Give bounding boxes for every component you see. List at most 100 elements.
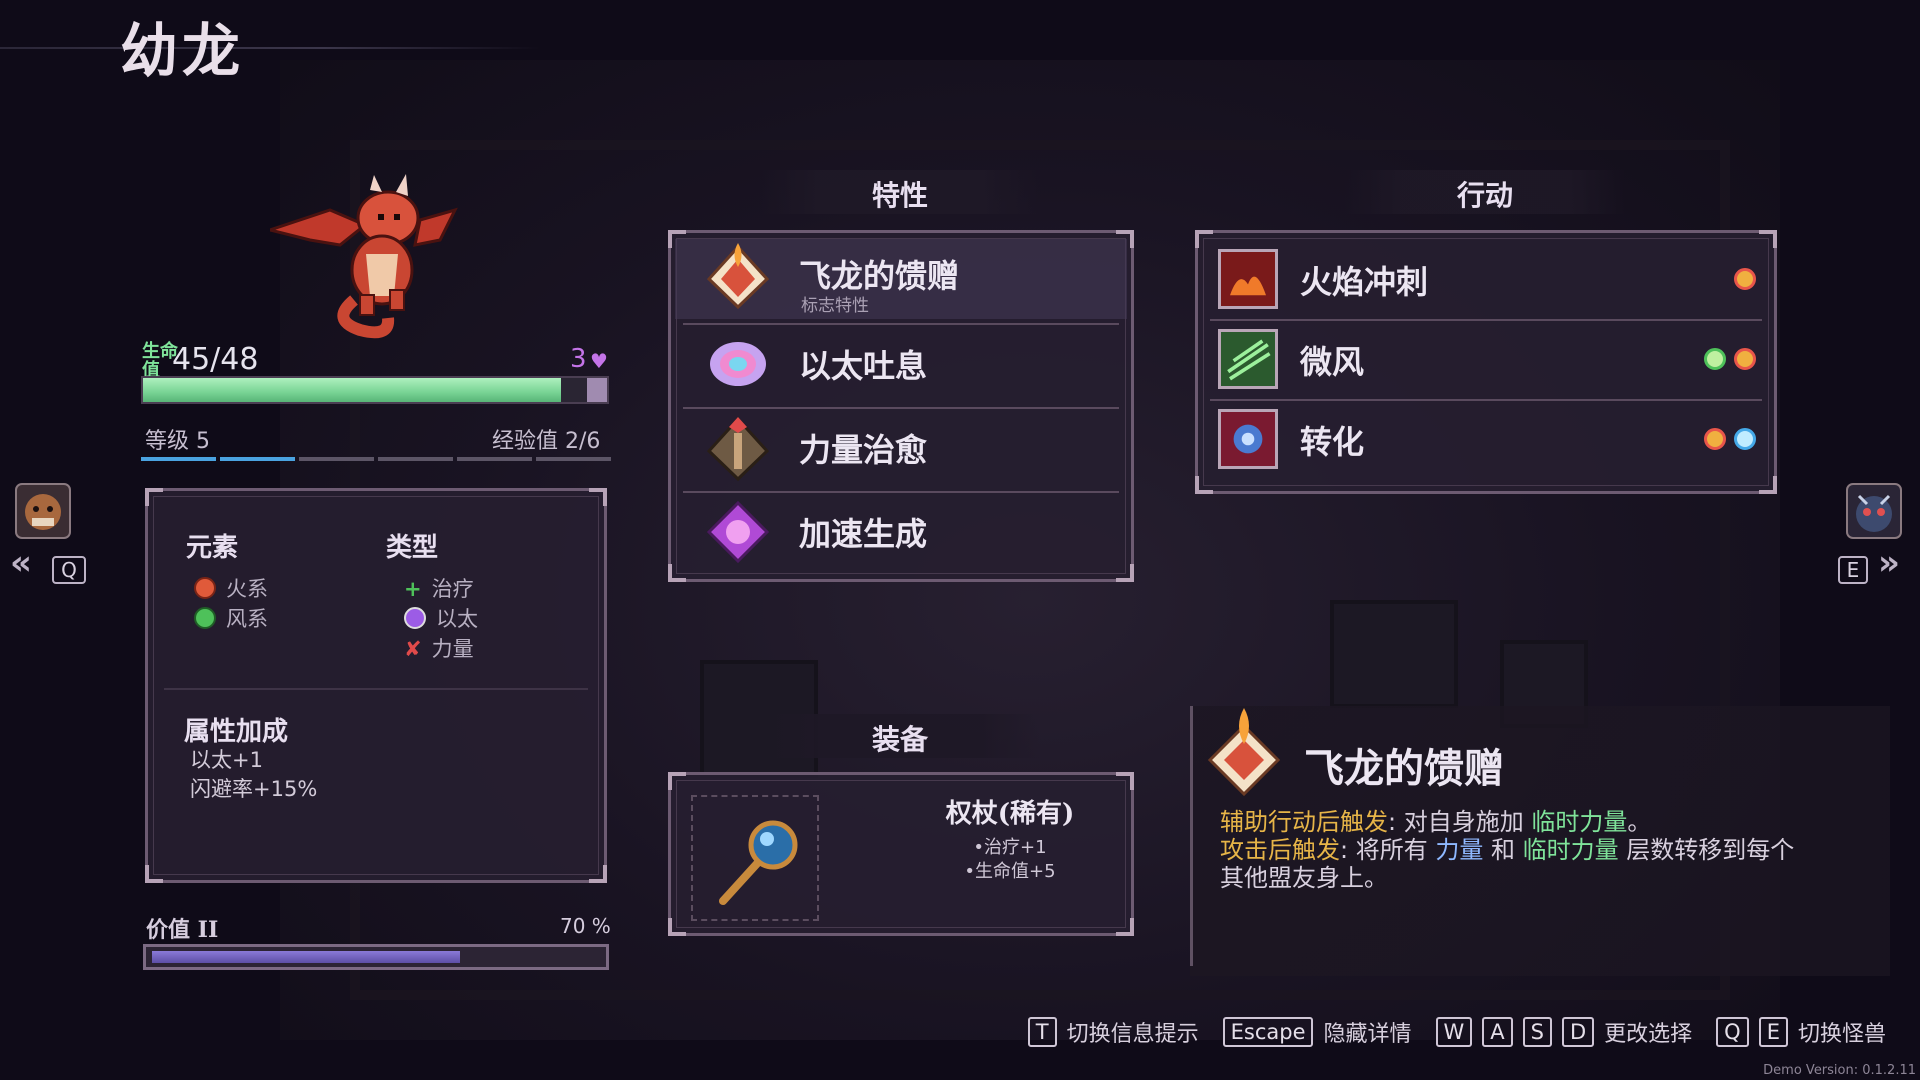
water-orb-icon [1734, 428, 1756, 450]
equipment-header: 装备 [871, 723, 928, 756]
strength-icon: ✘ [404, 637, 422, 661]
trait-item-selected[interactable]: 飞龙的馈赠 标志特性 [675, 239, 1127, 319]
stats-divider [164, 688, 588, 690]
breeze-icon [1218, 329, 1278, 389]
key-escape: Escape [1222, 1017, 1314, 1047]
dragon-gift-icon [1207, 708, 1281, 796]
hp-bar-fill [143, 378, 561, 402]
xp-label: 经验值 2/6 [492, 429, 601, 454]
plus-icon: + [404, 577, 422, 601]
hint-toggle-info: 切换信息提示 [1066, 1022, 1199, 1047]
actions-panel: 火焰冲刺 微风 转化 [1195, 230, 1777, 494]
key-s: S [1522, 1017, 1552, 1047]
trait-item[interactable]: 以太吐息 [675, 325, 1127, 405]
version-label: Demo Version: 0.1.2.11 [1763, 1063, 1916, 1078]
element-header: 元素 [186, 533, 239, 563]
type-aether: 以太 [404, 603, 478, 633]
action-name: 转化 [1300, 423, 1365, 461]
equipment-name: 权杖(稀有) [945, 799, 1075, 829]
detail-line-3: 其他盟友身上。 [1220, 864, 1388, 892]
traits-panel: 飞龙的馈赠 标志特性 以太吐息 力量治愈 加速生成 [668, 230, 1134, 582]
next-key: E [1838, 556, 1868, 584]
control-hints: T 切换信息提示 Escape 隐藏详情 W A S D 更改选择 Q E 切换… [1027, 1015, 1900, 1049]
fire-orb-icon [1704, 428, 1726, 450]
fire-orb-icon [1734, 268, 1756, 290]
stats-panel: 元素 类型 火系 风系 + 治疗 以太 ✘ 力量 属性加成 以太+1 闪避率+15% [145, 488, 607, 883]
worth-bar-fill [152, 951, 460, 963]
next-arrow-icon[interactable]: » [1878, 543, 1900, 583]
dragon-gift-icon [706, 243, 770, 310]
hp-bar-shield-segment [587, 378, 607, 402]
wind-element-icon [194, 607, 216, 629]
scepter-icon [719, 820, 798, 905]
action-item[interactable]: 火焰冲刺 [1218, 241, 1762, 317]
prev-arrow-icon[interactable]: « [10, 543, 32, 583]
worth-label: 价值 II [146, 917, 219, 943]
bonus-item: 以太+1 [190, 748, 263, 772]
key-e: E [1758, 1017, 1788, 1047]
trait-subtitle: 标志特性 [801, 296, 869, 316]
equipment-panel[interactable]: 权杖(稀有) •治疗+1 •生命值+5 [668, 772, 1134, 936]
element-fire: 火系 [194, 573, 268, 603]
hint-change-selection: 更改选择 [1604, 1022, 1693, 1047]
equipment-slot [691, 795, 819, 921]
xp-segment [220, 457, 295, 461]
traits-header: 特性 [871, 179, 928, 212]
level-label: 等级 5 [145, 429, 210, 454]
aether-icon [404, 607, 426, 629]
title-underline [0, 47, 540, 49]
trait-name: 加速生成 [799, 515, 928, 553]
prev-monster-avatar[interactable] [14, 482, 72, 540]
xp-segment [457, 457, 532, 461]
hint-switch-monster: 切换怪兽 [1797, 1022, 1886, 1047]
strength-heal-icon [706, 416, 770, 482]
monster-name: 幼龙 [120, 17, 245, 85]
type-header: 类型 [386, 533, 439, 563]
detail-title: 飞龙的馈赠 [1304, 745, 1504, 792]
key-d: D [1561, 1017, 1595, 1047]
trait-item[interactable]: 加速生成 [675, 493, 1127, 573]
fire-element-icon [194, 577, 216, 599]
key-a: A [1482, 1017, 1513, 1047]
wind-orb-icon [1704, 348, 1726, 370]
xp-segment [299, 457, 374, 461]
next-monster-avatar[interactable] [1845, 482, 1903, 540]
prev-key: Q [52, 556, 86, 584]
shield-value: 3 [570, 344, 587, 374]
key-t: T [1027, 1017, 1057, 1047]
background-crate [1330, 600, 1458, 708]
xp-segment [141, 457, 216, 461]
key-w: W [1435, 1017, 1473, 1047]
type-heal: + 治疗 [404, 577, 474, 601]
equipment-stat: •生命值+5 [964, 861, 1056, 882]
bonus-item: 闪避率+15% [190, 777, 318, 801]
xp-segment [378, 457, 453, 461]
type-strength: ✘ 力量 [404, 637, 474, 661]
trait-item[interactable]: 力量治愈 [675, 409, 1127, 489]
trait-detail-panel: 飞龙的馈赠 辅助行动后触发: 对自身施加 临时力量。 攻击后触发: 将所有 力量… [1190, 706, 1890, 976]
shield-heart-icon: ♥ [590, 349, 608, 373]
trait-name: 以太吐息 [799, 347, 928, 385]
fire-dash-icon [1218, 249, 1278, 309]
action-item[interactable]: 转化 [1218, 401, 1762, 477]
bonus-header: 属性加成 [184, 717, 289, 747]
fire-orb-icon [1734, 348, 1756, 370]
aether-breath-icon [710, 342, 766, 386]
actions-header: 行动 [1456, 179, 1513, 212]
worth-percent: 70 % [560, 914, 611, 938]
hint-hide-details: 隐藏详情 [1323, 1022, 1412, 1047]
key-q: Q [1716, 1017, 1749, 1047]
hp-bar [141, 376, 609, 404]
equipment-stat: •治疗+1 [973, 837, 1047, 858]
element-wind: 风系 [194, 603, 268, 633]
accelerate-icon [706, 500, 770, 564]
action-name: 微风 [1300, 343, 1365, 381]
xp-segment [536, 457, 611, 461]
hp-value: 45/48 [172, 342, 259, 377]
worth-bar [143, 944, 609, 970]
dragon-sprite [270, 174, 458, 339]
transform-icon [1218, 409, 1278, 469]
trait-name: 力量治愈 [799, 431, 928, 469]
action-item[interactable]: 微风 [1218, 321, 1762, 397]
action-name: 火焰冲刺 [1300, 263, 1429, 301]
